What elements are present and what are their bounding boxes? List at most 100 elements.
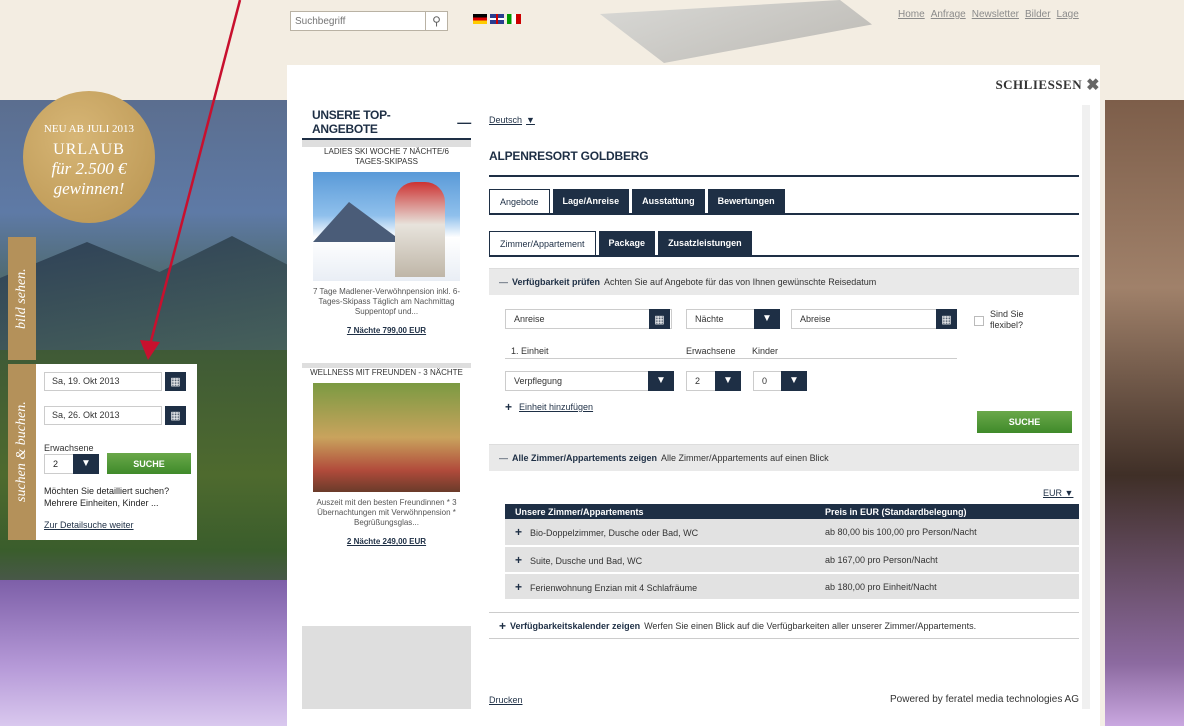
unit-label: 1. Einheit (511, 346, 549, 356)
offer-image-ski[interactable] (313, 172, 460, 281)
search-input[interactable] (291, 12, 425, 30)
promo-badge[interactable]: NEU AB JULI 2013 URLAUB für 2.500 € gewi… (23, 91, 155, 223)
detail-search-link[interactable]: Zur Detailsuche weiter (44, 520, 134, 530)
offer-title: LADIES SKI WOCHE 7 NÄCHTE/6 TAGES-SKIPAS… (324, 147, 449, 166)
board-select[interactable]: Verpflegung ▼ (505, 371, 674, 391)
flag-en-icon[interactable] (490, 14, 504, 24)
room-price: ab 80,00 bis 100,00 pro Person/Nacht (815, 519, 1079, 547)
search-icon[interactable]: ⚲ (425, 12, 447, 30)
offer-image-wellness[interactable] (313, 383, 460, 492)
room-name-cell: + Ferienwohnung Enzian mit 4 Schlafräume (505, 573, 815, 601)
top-nav: Home Anfrage Newsletter Bilder Lage (898, 9, 1079, 20)
table-row[interactable]: + Ferienwohnung Enzian mit 4 Schlafräume … (505, 573, 1079, 601)
adults-label: Erwachsene (686, 346, 736, 356)
badge-line-3: für 2.500 € (51, 159, 127, 178)
arrival-input[interactable]: Anreise (505, 309, 672, 329)
offer-price-link[interactable]: 2 Nächte 249,00 EUR (302, 537, 471, 546)
search-button[interactable]: SUCHE (977, 411, 1072, 433)
expand-icon[interactable]: + (499, 619, 506, 633)
tab-lage-anreise[interactable]: Lage/Anreise (552, 189, 630, 213)
hotel-name: ALPENRESORT GOLDBERG (489, 149, 649, 163)
nav-newsletter[interactable]: Newsletter (972, 9, 1019, 20)
calendar-icon[interactable]: ▦ (165, 406, 186, 425)
currency-select[interactable]: EUR ▼ (1043, 488, 1073, 498)
powered-by: Powered by feratel media technologies AG (890, 694, 1079, 705)
adults-value: 2 (695, 376, 701, 386)
add-icon[interactable]: + (505, 400, 512, 414)
badge-line-4: gewinnen! (53, 179, 125, 198)
divider (505, 358, 957, 359)
subtab-zimmer[interactable]: Zimmer/Appartement (489, 231, 596, 255)
nav-home[interactable]: Home (898, 9, 925, 20)
flexible-label: Sind Sie flexibel? (990, 309, 1024, 330)
adults-select[interactable]: 2 ▼ (686, 371, 741, 391)
room-price: ab 180,00 pro Einheit/Nacht (815, 573, 1079, 601)
offer-title: WELLNESS MIT FREUNDEN - 3 NÄCHTE (310, 368, 463, 377)
table-row[interactable]: + Bio-Doppelzimmer, Dusche oder Bad, WC a… (505, 519, 1079, 547)
calendar-icon[interactable]: ▦ (936, 309, 957, 329)
subtab-zusatzleistungen[interactable]: Zusatzleistungen (658, 231, 752, 255)
section-title: Verfügbarkeit prüfen (512, 277, 601, 287)
side-tab-suchen[interactable]: suchen & buchen. (8, 364, 36, 540)
tab-bewertungen[interactable]: Bewertungen (707, 189, 785, 213)
tab-ausstattung[interactable]: Ausstattung (632, 189, 705, 213)
room-name: Bio-Doppelzimmer, Dusche oder Bad, WC (530, 528, 699, 538)
expand-icon[interactable]: + (515, 525, 522, 539)
main-tabs: Angebote Lage/Anreise Ausstattung Bewert… (489, 189, 1079, 215)
section-subtitle: Werfen Sie einen Blick auf die Verfügbar… (644, 620, 977, 631)
nights-select[interactable]: Nächte ▼ (686, 309, 780, 329)
adults-select[interactable]: 2 ▼ (44, 454, 99, 474)
flag-it-icon[interactable] (507, 14, 521, 24)
site-search: ⚲ (290, 11, 448, 31)
language-select[interactable]: Deutsch ▼ (489, 115, 535, 125)
collapse-icon[interactable]: — (499, 453, 508, 463)
badge-line-1: NEU AB JULI 2013 (43, 123, 135, 135)
side-tab-bild[interactable]: bild sehen. (8, 237, 36, 360)
section-title: Alle Zimmer/Appartements zeigen (512, 453, 658, 463)
nights-placeholder: Nächte (695, 314, 724, 324)
close-button[interactable]: SCHLIESSEN ✖ (995, 75, 1100, 95)
adults-label: Erwachsene (44, 443, 94, 453)
add-unit-link[interactable]: Einheit hinzufügen (519, 402, 593, 412)
arrival-date-field[interactable]: Sa, 19. Okt 2013 (44, 372, 162, 391)
chevron-down-icon: ▼ (648, 371, 674, 391)
badge-line-2: URLAUB (53, 141, 125, 158)
departure-input[interactable]: Abreise (791, 309, 957, 329)
flag-de-icon[interactable] (473, 14, 487, 24)
nav-anfrage[interactable]: Anfrage (931, 9, 966, 20)
collapse-icon[interactable]: — (499, 277, 508, 287)
calendar-icon[interactable]: ▦ (649, 309, 670, 329)
offer-price-link[interactable]: 7 Nächte 799,00 EUR (302, 326, 471, 335)
calendar-icon[interactable]: ▦ (165, 372, 186, 391)
departure-date-field[interactable]: Sa, 26. Okt 2013 (44, 406, 162, 425)
children-select[interactable]: 0 ▼ (753, 371, 807, 391)
room-name-cell: + Bio-Doppelzimmer, Dusche oder Bad, WC (505, 519, 815, 547)
expand-icon[interactable]: + (515, 580, 522, 594)
calendar-section-header[interactable]: + Verfügbarkeitskalender zeigen Werfen S… (489, 612, 1079, 639)
nav-lage[interactable]: Lage (1057, 9, 1079, 20)
room-price: ab 167,00 pro Person/Nacht (815, 546, 1079, 574)
availability-section-header[interactable]: — Verfügbarkeit prüfen Achten Sie auf An… (489, 268, 1079, 295)
offer-card[interactable]: WELLNESS MIT FREUNDEN - 3 NÄCHTE Auszeit… (302, 368, 471, 626)
quick-search-button[interactable]: SUCHE (107, 453, 191, 474)
divider (489, 175, 1079, 177)
offers-title-text: UNSERE TOP-ANGEBOTE (312, 107, 391, 136)
availability-form: Anreise ▦ Nächte ▼ Abreise ▦ Sind Sie fle… (489, 296, 1079, 441)
section-subtitle: Alle Zimmer/Appartements auf einen Blick (661, 453, 829, 463)
tab-angebote[interactable]: Angebote (489, 189, 550, 213)
close-icon[interactable]: ✖ (1086, 75, 1100, 95)
language-flags (473, 14, 521, 24)
flexible-checkbox[interactable] (974, 316, 984, 326)
rooms-section-header[interactable]: — Alle Zimmer/Appartements zeigen Alle Z… (489, 444, 1079, 471)
expand-icon[interactable]: + (515, 553, 522, 567)
offer-description: Auszeit mit den besten Freundinnen * 3 Ü… (316, 498, 457, 527)
table-row[interactable]: + Suite, Dusche und Bad, WC ab 167,00 pro… (505, 546, 1079, 574)
collapse-icon[interactable]: — (457, 114, 471, 130)
subtab-package[interactable]: Package (598, 231, 656, 255)
scrollbar[interactable] (1082, 105, 1090, 709)
offers-title[interactable]: UNSERE TOP-ANGEBOTE — (302, 105, 471, 140)
print-link[interactable]: Drucken (489, 695, 523, 705)
room-name: Ferienwohnung Enzian mit 4 Schlafräume (530, 582, 698, 593)
offer-card[interactable]: LADIES SKI WOCHE 7 NÄCHTE/6 TAGES-SKIPAS… (302, 147, 471, 363)
nav-bilder[interactable]: Bilder (1025, 9, 1051, 20)
